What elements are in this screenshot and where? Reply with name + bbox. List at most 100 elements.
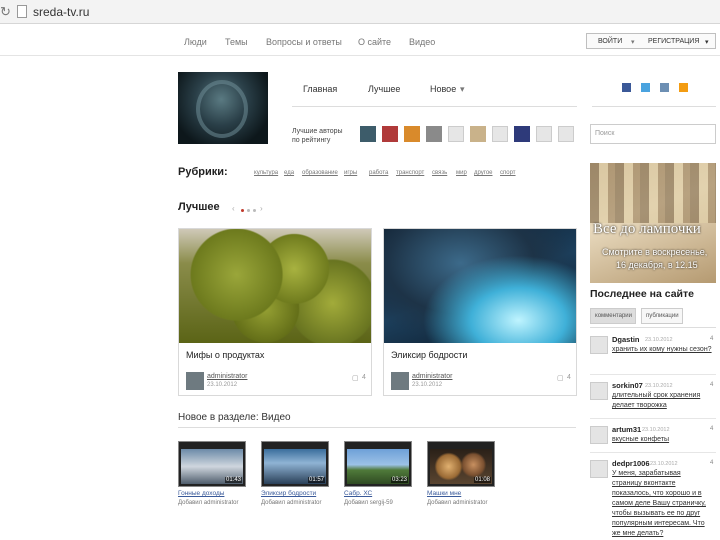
- comment-text[interactable]: хранить их кому нужны сезон?: [612, 345, 712, 355]
- video-thumbnail[interactable]: 03:23: [344, 441, 412, 487]
- comment-item: Dgastin 23.10.2012 4 хранить их кому нуж…: [590, 334, 716, 374]
- video-title-link[interactable]: Сабр. ХС: [344, 490, 372, 497]
- social-divider: [592, 106, 716, 107]
- author-avatar[interactable]: [470, 126, 486, 142]
- video-title-link[interactable]: Машки мне: [427, 490, 461, 497]
- author-avatar[interactable]: [426, 126, 442, 142]
- best-card[interactable]: Эликсир бодрости administrator 23.10.201…: [383, 228, 577, 396]
- register-button[interactable]: РЕГИСТРАЦИЯ: [648, 38, 699, 45]
- video-divider: [178, 427, 576, 428]
- login-dropdown-icon[interactable]: ▾: [631, 38, 635, 46]
- card-date: 23.10.2012: [412, 382, 443, 388]
- comment-item: dedpr1006 23.10.2012 4 У меня, зарабатыв…: [590, 458, 716, 538]
- comment-icon: ▢: [557, 375, 564, 382]
- carousel-dot[interactable]: [247, 209, 250, 212]
- carousel-dot[interactable]: [253, 209, 256, 212]
- rubric-tag[interactable]: связь: [432, 170, 447, 176]
- main-nav-best[interactable]: Лучшее: [368, 84, 400, 94]
- card-title[interactable]: Мифы о продуктах: [186, 350, 264, 360]
- author-avatar[interactable]: [514, 126, 530, 142]
- video-added-by: Добавил sergij-59: [344, 500, 393, 506]
- comment-text[interactable]: У меня, зарабатывая страницу вконтакте п…: [612, 469, 712, 539]
- page-icon: [17, 5, 27, 18]
- carousel-dot[interactable]: [241, 209, 244, 212]
- comment-date: 23.10.2012: [645, 337, 673, 343]
- rubric-tag[interactable]: другое: [474, 170, 493, 176]
- nav-about[interactable]: О сайте: [358, 37, 391, 47]
- card-author[interactable]: administrator: [412, 373, 452, 380]
- comment-count: 4: [710, 426, 714, 432]
- carousel-next-icon[interactable]: ›: [260, 204, 263, 213]
- author-avatar[interactable]: [558, 126, 574, 142]
- rubric-tag[interactable]: спорт: [500, 170, 516, 176]
- video-title-link[interactable]: Эликсир бодрости: [261, 490, 316, 497]
- comment-text[interactable]: вкусные конфеты: [612, 435, 712, 445]
- carousel-prev-icon[interactable]: ‹: [232, 204, 235, 213]
- author-avatar[interactable]: [391, 372, 409, 390]
- comment-user[interactable]: dedpr1006: [612, 459, 650, 468]
- nav-qa[interactable]: Вопросы и ответы: [266, 37, 342, 47]
- commenter-avatar[interactable]: [590, 426, 608, 444]
- new-dropdown-icon[interactable]: ▾: [460, 84, 465, 95]
- author-avatar[interactable]: [536, 126, 552, 142]
- author-avatar[interactable]: [492, 126, 508, 142]
- best-section-title: Лучшее: [178, 201, 220, 213]
- search-input[interactable]: Поиск: [590, 124, 716, 144]
- main-nav-home[interactable]: Главная: [303, 84, 337, 94]
- comment-user[interactable]: artum31: [612, 425, 641, 434]
- nav-video[interactable]: Видео: [409, 37, 435, 47]
- card-image[interactable]: [179, 229, 371, 343]
- comment-date: 23.10.2012: [650, 461, 678, 467]
- address-bar[interactable]: sreda-tv.ru: [33, 5, 89, 19]
- card-image[interactable]: [384, 229, 576, 343]
- login-button[interactable]: ВОЙТИ: [598, 38, 622, 45]
- author-avatar[interactable]: [186, 372, 204, 390]
- tab-comments[interactable]: комментарии: [590, 308, 636, 324]
- video-added-by: Добавил administrator: [261, 500, 322, 506]
- author-avatar[interactable]: [404, 126, 420, 142]
- best-card[interactable]: Мифы о продуктах administrator 23.10.201…: [178, 228, 372, 396]
- nav-topics[interactable]: Темы: [225, 37, 248, 47]
- author-avatar[interactable]: [448, 126, 464, 142]
- comment-separator: [590, 452, 716, 453]
- commenter-avatar[interactable]: [590, 336, 608, 354]
- video-added-by: Добавил administrator: [178, 500, 239, 506]
- commenter-avatar[interactable]: [590, 382, 608, 400]
- tab-publications[interactable]: публикации: [641, 308, 683, 324]
- register-dropdown-icon[interactable]: ▾: [705, 38, 709, 46]
- rubric-tag[interactable]: образование: [302, 170, 338, 176]
- commenter-avatar[interactable]: [590, 460, 608, 478]
- twitter-icon[interactable]: [641, 83, 650, 92]
- card-author[interactable]: administrator: [207, 373, 247, 380]
- rss-icon[interactable]: [679, 83, 688, 92]
- rubric-tag[interactable]: работа: [369, 170, 388, 176]
- search-placeholder: Поиск: [595, 130, 615, 137]
- rubric-tag[interactable]: игры: [344, 170, 357, 176]
- vk-icon[interactable]: [660, 83, 669, 92]
- comment-user[interactable]: sorkin07: [612, 381, 643, 390]
- auth-box: ВОЙТИ ▾ РЕГИСТРАЦИЯ ▾: [586, 33, 716, 49]
- card-date: 23.10.2012: [207, 382, 238, 388]
- rubric-tag[interactable]: еда: [284, 170, 294, 176]
- facebook-icon[interactable]: [622, 83, 631, 92]
- best-authors-label: Лучшие авторы по рейтингу: [292, 128, 343, 144]
- author-avatar[interactable]: [360, 126, 376, 142]
- rubric-tag[interactable]: мир: [456, 170, 467, 176]
- comment-user[interactable]: Dgastin: [612, 335, 640, 344]
- ad-banner[interactable]: Все до лампочки Смотрите в воскресенье, …: [590, 163, 716, 283]
- comment-text[interactable]: длительный срок хранения делает творожка: [612, 391, 712, 411]
- rubric-tag[interactable]: культура: [254, 170, 278, 176]
- video-duration: 01:43: [224, 477, 242, 483]
- video-title-link[interactable]: Гонные доходы: [178, 490, 224, 497]
- video-thumbnail[interactable]: 01:57: [261, 441, 329, 487]
- reload-icon[interactable]: ↻: [0, 4, 11, 20]
- video-thumbnail[interactable]: 01:43: [178, 441, 246, 487]
- comment-separator: [590, 418, 716, 419]
- card-title[interactable]: Эликсир бодрости: [391, 350, 467, 360]
- rubric-tag[interactable]: транспорт: [396, 170, 424, 176]
- logo-face-graphic: [196, 80, 248, 138]
- main-nav-new[interactable]: Новое: [430, 84, 456, 94]
- author-avatar[interactable]: [382, 126, 398, 142]
- video-thumbnail[interactable]: 01:08: [427, 441, 495, 487]
- nav-people[interactable]: Люди: [184, 37, 207, 47]
